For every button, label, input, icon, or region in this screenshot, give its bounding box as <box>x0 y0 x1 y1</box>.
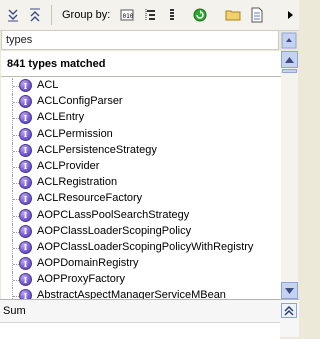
list-item-label: AOPProxyFactory <box>37 273 126 286</box>
list-item-label: AOPClassLoaderScopingPolicy <box>37 224 192 237</box>
list-item-label: ACL <box>37 79 59 91</box>
interface-icon: I <box>19 176 32 190</box>
toolbar-separator <box>51 5 52 25</box>
folder-icon[interactable] <box>224 6 241 23</box>
bottom-panel-label: Sum <box>3 305 26 317</box>
list-item[interactable]: I ACLPermission <box>1 126 281 143</box>
scroll-down-button[interactable] <box>281 282 298 299</box>
result-count: 841 types matched <box>7 58 106 70</box>
interface-icon: I <box>19 273 32 287</box>
list-item[interactable]: I AOPProxyFactory <box>1 272 281 289</box>
interface-icon: I <box>19 224 32 238</box>
list-item[interactable]: I ACLResourceFactory <box>1 191 281 208</box>
result-count-header: 841 types matched <box>1 54 281 77</box>
filter-field[interactable]: types <box>1 30 279 50</box>
group-by-hierarchy-icon[interactable] <box>141 6 158 23</box>
list-item-label: ACLProvider <box>37 159 100 172</box>
list-item-label: AbstractAspectManagerServiceMBean <box>37 289 226 299</box>
scroll-up-button[interactable] <box>281 51 298 68</box>
interface-icon: I <box>19 192 32 206</box>
tree-connector <box>13 199 19 201</box>
list-item[interactable]: I AOPClassLoaderScopingPolicy <box>1 223 281 240</box>
list-item-label: ACLPersistenceStrategy <box>37 143 157 156</box>
vertical-scrollbar[interactable] <box>281 51 298 299</box>
group-by-label: Group by: <box>62 9 111 21</box>
svg-text:010: 010 <box>122 13 133 20</box>
filter-scroll-up-button[interactable] <box>281 30 297 50</box>
interface-icon: I <box>19 240 32 254</box>
collapse-all-icon[interactable] <box>4 6 21 23</box>
interface-icon: I <box>19 159 32 173</box>
list-item-label: AOPDomainRegistry <box>37 257 139 270</box>
interface-icon: I <box>19 257 32 271</box>
list-item[interactable]: I ACLPersistenceStrategy <box>1 142 281 159</box>
interface-icon: I <box>19 127 32 141</box>
list-item-label: AOPCLassPoolSearchStrategy <box>37 208 190 221</box>
bottom-panel: Sum <box>0 299 299 339</box>
toolbar-overflow-icon[interactable] <box>285 8 297 22</box>
list-item[interactable]: I AOPCLassPoolSearchStrategy <box>1 207 281 224</box>
expand-panel-icon[interactable] <box>281 303 297 318</box>
list-item[interactable]: I AOPDomainRegistry <box>1 256 281 273</box>
group-by-type-icon[interactable]: 010 <box>118 6 135 23</box>
list-item-label: AOPClassLoaderScopingPolicyWithRegistry <box>37 240 254 253</box>
divider <box>1 76 281 77</box>
interface-icon: I <box>19 208 32 222</box>
list-item[interactable]: I ACL <box>1 78 281 95</box>
scroll-thumb[interactable] <box>282 69 297 73</box>
list-item[interactable]: I AbstractAspectManagerServiceMBean <box>1 288 281 299</box>
document-icon[interactable] <box>248 6 265 23</box>
list-item-label: ACLPermission <box>37 127 113 140</box>
list-item[interactable]: I ACLEntry <box>1 110 281 127</box>
list-item-label: ACLResourceFactory <box>37 192 143 205</box>
interface-icon: I <box>19 79 32 92</box>
types-items: I ACL I ACLConfigParser I ACLEntry I ACLPermiss… <box>1 78 281 299</box>
interface-icon: I <box>19 143 32 157</box>
list-item[interactable]: I ACLProvider <box>1 158 281 176</box>
refresh-icon[interactable] <box>191 6 208 23</box>
types-list: 841 types matched I ACL I ACLConfigParser I A… <box>1 51 281 299</box>
bottom-panel-content <box>0 322 280 339</box>
interface-icon: I <box>19 111 32 125</box>
interface-icon: I <box>19 95 32 109</box>
filter-label: types <box>6 34 33 46</box>
list-item-label: ACLConfigParser <box>37 95 123 108</box>
list-item[interactable]: I AOPClassLoaderScopingPolicyWithRegistry <box>1 239 281 257</box>
toolbar: Group by: 010 <box>0 0 299 31</box>
tree-connector <box>13 118 19 120</box>
expand-all-icon[interactable] <box>26 6 43 23</box>
list-item[interactable]: I ACLRegistration <box>1 175 281 192</box>
group-by-list-icon[interactable] <box>163 6 180 23</box>
list-item-label: ACLRegistration <box>37 176 118 189</box>
interface-icon: I <box>19 289 32 299</box>
list-item[interactable]: I ACLConfigParser <box>1 94 281 111</box>
list-item-label: ACLEntry <box>37 111 85 124</box>
